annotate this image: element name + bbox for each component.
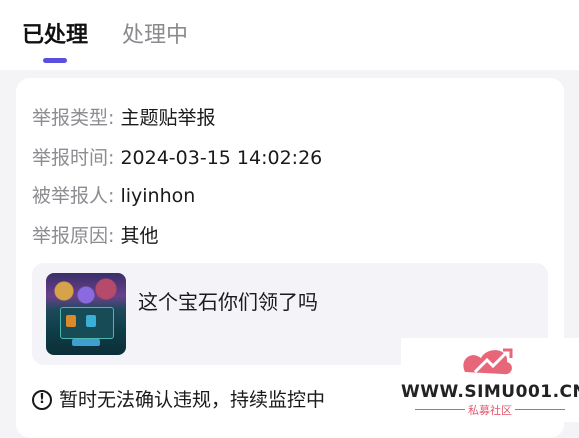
reported-user-label: 被举报人: [32,185,115,207]
reported-user-row: 被举报人: liyinhon [32,183,195,209]
watermark-url: WWW.SIMU001.CN [401,382,579,402]
report-reason-row: 举报原因: 其他 [32,223,158,249]
watermark-divider-right [515,409,565,410]
thumbnail-item-2 [86,315,96,327]
thumbnail-characters [46,273,126,307]
exclamation-circle-icon: ! [32,390,52,410]
post-thumbnail [46,273,126,355]
report-time-row: 举报时间: 2024-03-15 14:02:26 [32,145,322,171]
report-type-row: 举报类型: 主题贴举报 [32,105,215,131]
tab-bar: 已处理 处理中 [0,0,579,70]
reported-user-value: liyinhon [120,185,196,207]
report-reason-value: 其他 [120,225,159,247]
report-type-value: 主题贴举报 [120,107,216,129]
active-tab-indicator [43,58,67,63]
thumbnail-item-1 [66,315,76,327]
thumbnail-button [72,339,100,346]
review-status-text: 暂时无法确认违规，持续监控中 [59,389,326,411]
report-reason-label: 举报原因: [32,225,115,247]
tab-processing[interactable]: 处理中 [122,20,188,52]
watermark-subtitle: 私募社区 [468,404,512,417]
report-time-value: 2024-03-15 14:02:26 [120,147,323,169]
watermark-logo-icon [463,348,513,375]
report-time-label: 举报时间: [32,147,115,169]
post-title: 这个宝石你们领了吗 [138,290,318,314]
tab-processed[interactable]: 已处理 [22,20,88,52]
report-type-label: 举报类型: [32,107,115,129]
watermark: WWW.SIMU001.CN 私募社区 [401,338,579,422]
